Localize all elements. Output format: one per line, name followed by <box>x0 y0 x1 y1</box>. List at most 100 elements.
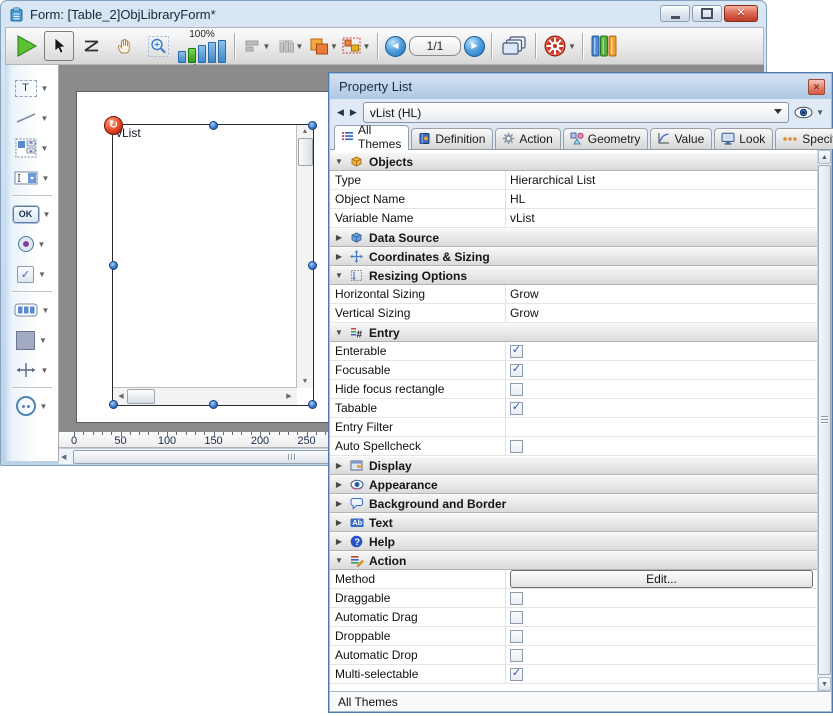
object-horizontal-scrollbar[interactable]: ◀ ▶ <box>113 387 297 405</box>
listbox-tool[interactable]: ▼ <box>5 133 58 163</box>
selection-handle-bottom[interactable] <box>209 400 218 409</box>
tab-look[interactable]: Look <box>714 128 773 149</box>
view-options-dropdown-arrow[interactable]: ▼ <box>816 108 824 117</box>
next-object-button[interactable]: ▶ <box>350 107 358 118</box>
selection-handle-bottom-left[interactable] <box>109 400 118 409</box>
property-list-close-button[interactable]: ✕ <box>808 79 825 95</box>
maximize-button[interactable] <box>692 5 722 22</box>
object-method-badge-icon[interactable]: ↻ <box>104 116 123 135</box>
zoom-tool-button[interactable] <box>143 31 173 61</box>
button-tool[interactable]: OK▼ <box>5 199 58 229</box>
expand-triangle-icon[interactable]: ▶ <box>334 499 344 508</box>
property-list-titlebar[interactable]: Property List ✕ <box>330 74 831 99</box>
line-tool-dropdown-arrow[interactable]: ▼ <box>41 114 49 123</box>
splitter-tool-dropdown-arrow[interactable]: ▼ <box>41 366 49 375</box>
plugin-tool[interactable]: ▼ <box>5 391 58 421</box>
align-button[interactable]: ▼ <box>242 31 272 61</box>
checkbox-hide-focus-rectangle[interactable]: ✓ <box>510 383 523 396</box>
checkbox-auto-spellcheck[interactable]: ✓ <box>510 440 523 453</box>
align-dropdown-arrow[interactable]: ▼ <box>263 42 271 51</box>
tab-control-tool[interactable]: ▼ <box>5 295 58 325</box>
level-button[interactable]: ▼ <box>308 31 338 61</box>
pan-tool-button[interactable] <box>110 31 140 61</box>
next-page-button[interactable]: ▶ <box>464 36 485 57</box>
collapse-triangle-icon[interactable]: ▼ <box>334 271 344 280</box>
minimize-button[interactable] <box>660 5 690 22</box>
properties-dropdown-arrow[interactable]: ▼ <box>568 42 576 51</box>
expand-triangle-icon[interactable]: ▶ <box>334 461 344 470</box>
object-selector-dropdown[interactable]: vList (HL) <box>363 102 789 123</box>
zoom-bar-200[interactable] <box>198 45 206 63</box>
previous-object-button[interactable]: ◀ <box>337 107 345 118</box>
form-pages-button[interactable] <box>499 31 529 61</box>
section-header-display[interactable]: ▶Display <box>330 456 817 475</box>
expand-triangle-icon[interactable]: ▶ <box>334 480 344 489</box>
expand-triangle-icon[interactable]: ▶ <box>334 252 344 261</box>
scroll-left-icon[interactable]: ◀ <box>116 393 126 400</box>
rectangle-tool-dropdown-arrow[interactable]: ▼ <box>39 336 47 345</box>
checkbox-enterable[interactable]: ✓ <box>510 345 523 358</box>
object-vertical-scrollbar[interactable]: ▲ ▼ <box>296 125 313 388</box>
zoom-bar-100[interactable] <box>188 48 196 63</box>
expand-triangle-icon[interactable]: ▶ <box>334 537 344 546</box>
collapse-triangle-icon[interactable]: ▼ <box>334 556 344 565</box>
checkbox-automatic-drop[interactable]: ✓ <box>510 649 523 662</box>
tab-all-themes[interactable]: All Themes <box>334 125 409 150</box>
selection-handle-bottom-right[interactable] <box>308 400 317 409</box>
scroll-down-icon[interactable]: ▼ <box>818 677 831 691</box>
canvas-scroll-left-icon[interactable]: ◀ <box>61 453 66 461</box>
value-text[interactable]: HL <box>510 192 525 206</box>
combobox-tool-dropdown-arrow[interactable]: ▼ <box>42 174 50 183</box>
selection-handle-top[interactable] <box>209 121 218 130</box>
scroll-down-icon[interactable]: ▼ <box>297 378 313 385</box>
object-library-button[interactable] <box>590 31 620 61</box>
tab-value[interactable]: Value <box>650 128 712 149</box>
section-header-objects[interactable]: ▼Objects <box>330 152 817 171</box>
tab-specific[interactable]: Specific <box>775 128 833 149</box>
scroll-right-icon[interactable]: ▶ <box>284 393 294 400</box>
splitter-tool[interactable]: ▼ <box>5 355 58 385</box>
value-text[interactable]: vList <box>510 211 535 225</box>
checkbox-tabable[interactable]: ✓ <box>510 402 523 415</box>
listbox-tool-dropdown-arrow[interactable]: ▼ <box>41 144 49 153</box>
page-indicator[interactable]: 1/1 <box>409 36 461 56</box>
tab-action[interactable]: Action <box>495 128 560 149</box>
value-text[interactable]: Hierarchical List <box>510 173 595 187</box>
tab-definition[interactable]: Definition <box>411 128 493 149</box>
tab-control-tool-dropdown-arrow[interactable]: ▼ <box>42 306 50 315</box>
expand-triangle-icon[interactable]: ▶ <box>334 233 344 242</box>
text-tool[interactable]: T▼ <box>5 73 58 103</box>
radio-tool[interactable]: ▼ <box>5 229 58 259</box>
group-button[interactable]: ▼ <box>341 31 371 61</box>
tab-geometry[interactable]: Geometry <box>563 128 649 149</box>
checkbox-multi-selectable[interactable]: ✓ <box>510 668 523 681</box>
section-header-resizing-options[interactable]: ▼Resizing Options <box>330 266 817 285</box>
combobox-tool[interactable]: ▼ <box>5 163 58 193</box>
distribute-dropdown-arrow[interactable]: ▼ <box>296 42 304 51</box>
section-header-action[interactable]: ▼Action <box>330 551 817 570</box>
checkbox-draggable[interactable]: ✓ <box>510 592 523 605</box>
section-header-help[interactable]: ▶?Help <box>330 532 817 551</box>
button-tool-dropdown-arrow[interactable]: ▼ <box>43 210 51 219</box>
expand-triangle-icon[interactable]: ▶ <box>334 518 344 527</box>
zoom-bar-50[interactable] <box>178 51 186 63</box>
zoom-bar-800[interactable] <box>218 40 226 63</box>
checkbox-automatic-drag[interactable]: ✓ <box>510 611 523 624</box>
value-text[interactable]: Grow <box>510 287 539 301</box>
selection-handle-right[interactable] <box>308 261 317 270</box>
text-tool-dropdown-arrow[interactable]: ▼ <box>41 84 49 93</box>
vertical-scroll-thumb[interactable] <box>298 138 313 166</box>
section-header-appearance[interactable]: ▶Appearance <box>330 475 817 494</box>
titlebar[interactable]: Form: [Table_2]ObjLibraryForm* <box>9 4 646 25</box>
selection-handle-top-right[interactable] <box>308 121 317 130</box>
checkbox-focusable[interactable]: ✓ <box>510 364 523 377</box>
section-header-text[interactable]: ▶AbText <box>330 513 817 532</box>
hierarchical-list-object[interactable]: vList ▲ ▼ ◀ ▶ ↻ <box>112 124 314 406</box>
section-header-entry[interactable]: ▼#Entry <box>330 323 817 342</box>
rectangle-tool[interactable]: ▼ <box>5 325 58 355</box>
selection-handle-left[interactable] <box>109 261 118 270</box>
radio-tool-dropdown-arrow[interactable]: ▼ <box>38 240 46 249</box>
section-header-coordinates-sizing[interactable]: ▶Coordinates & Sizing <box>330 247 817 266</box>
collapse-triangle-icon[interactable]: ▼ <box>334 328 344 337</box>
form-properties-button[interactable]: ▼ <box>543 31 576 61</box>
